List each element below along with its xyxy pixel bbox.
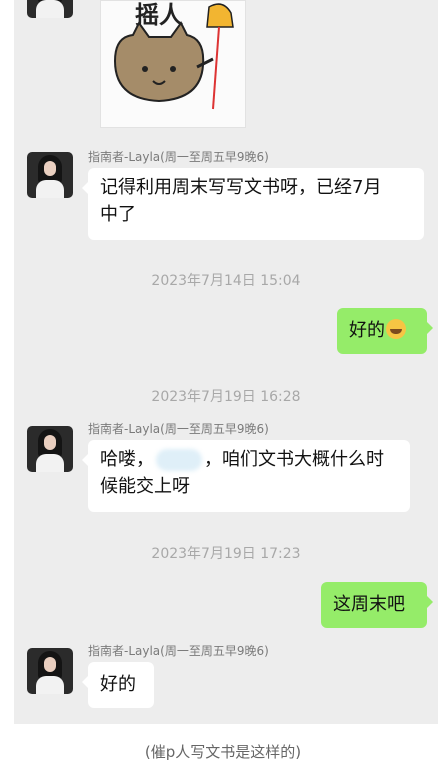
avatar[interactable] — [27, 426, 73, 472]
message-text: 好的 — [100, 674, 136, 695]
timestamp: 2023年7月19日 17:23 — [151, 546, 301, 562]
message-text: 记得利用周末写写文书呀，已经7月 — [100, 177, 382, 198]
message-text: 哈喽， — [100, 449, 154, 470]
avatar[interactable] — [27, 648, 73, 694]
message-bubble[interactable]: 记得利用周末写写文书呀，已经7月 中了 — [82, 168, 424, 240]
message-text: 中了 — [100, 204, 136, 225]
cat-bell-sticker-icon: 摇人 — [113, 1, 234, 110]
message-bubble-self[interactable]: 好的 — [337, 308, 433, 354]
timestamp: 2023年7月19日 16:28 — [151, 389, 301, 405]
message-text: 好的 — [349, 320, 385, 341]
message-bubble[interactable]: 好的 — [82, 662, 154, 708]
avatar[interactable] — [27, 0, 73, 18]
laughing-emoji-icon — [386, 319, 406, 339]
blurred-name — [156, 449, 202, 471]
sticker-text: 摇人 — [135, 1, 183, 29]
message-text: 候能交上呀 — [100, 476, 190, 497]
avatar[interactable] — [27, 152, 73, 198]
message-bubble-self[interactable]: 这周末吧 — [321, 582, 433, 628]
sender-name: 指南者-Layla(周一至周五早9晚6) — [88, 150, 269, 164]
message-text: 这周末吧 — [333, 594, 405, 615]
sticker-image[interactable]: 摇人 — [100, 0, 246, 128]
sender-name: 指南者-Layla(周一至周五早9晚6) — [88, 644, 269, 658]
message-bubble[interactable]: 哈喽， ，咱们文书大概什么时 候能交上呀 — [82, 440, 410, 512]
timestamp: 2023年7月14日 15:04 — [151, 273, 301, 289]
image-caption: (催p人写文书是这样的) — [144, 743, 302, 761]
message-text: ，咱们文书大概什么时 — [204, 449, 384, 470]
chat-area[interactable]: 摇人 指南者-Layla(周一至周五早9晚6) 记得利用周末写写文书呀，已经7月… — [14, 0, 438, 724]
sender-name: 指南者-Layla(周一至周五早9晚6) — [88, 422, 269, 436]
